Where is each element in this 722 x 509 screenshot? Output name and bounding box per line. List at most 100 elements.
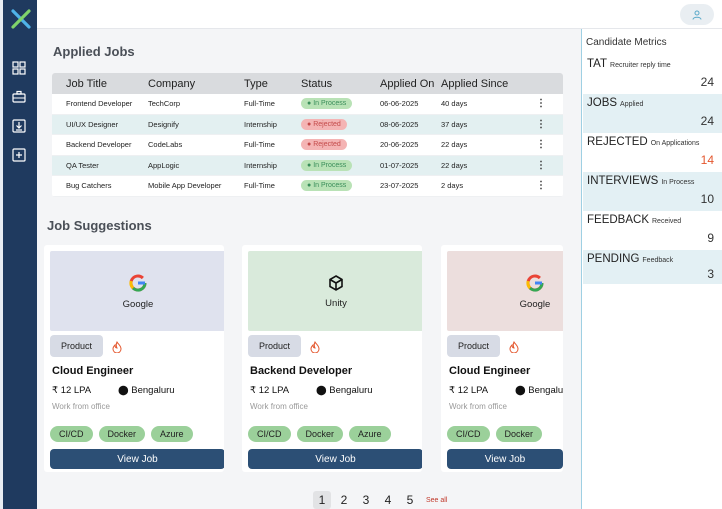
metric-jobs: JOBS Applied 24 [583,94,722,133]
work-mode: Work from office [52,402,110,411]
page-button[interactable]: 2 [335,491,353,509]
category-pill: Product [50,335,103,357]
view-job-button[interactable]: View Job [248,449,422,469]
metric-value: 14 [700,153,714,167]
metric-feedback: FEEDBACK Received 9 [583,211,722,250]
applied-jobs-heading: Applied Jobs [53,44,135,59]
rupee-icon: ₹ [250,385,259,396]
metric-value: 24 [700,75,714,89]
column-header: Company [148,77,196,90]
table-row[interactable]: Backend Developer CodeLabs Full-Time ● R… [52,135,563,156]
table-row[interactable]: UI/UX Designer Designify Internship ● Re… [52,114,563,135]
cell-type: Internship [244,160,277,170]
status-badge: ● In Process [301,180,353,192]
skill-tag: Docker [98,426,146,442]
see-all-link[interactable]: See all [426,497,447,504]
sidebar-edge [0,0,3,509]
pagination: 1 2 3 4 5 See all [313,491,447,509]
briefcase-icon[interactable] [12,90,26,104]
category-pill: Product [248,335,301,357]
metric-sublabel: Received [652,218,682,225]
cell-applied-since: 22 days [441,160,468,170]
view-job-button[interactable]: View Job [50,449,224,469]
more-options-icon[interactable]: ⋮ [536,119,546,130]
table-header: Job Title Company Type Status Applied On… [52,73,563,94]
cell-applied-on: 08-06-2025 [380,119,419,129]
more-options-icon[interactable]: ⋮ [536,160,546,171]
metric-pending: PENDING Feedback 3 [583,250,722,284]
unity-logo-icon [329,274,343,291]
company-name: Unity [325,297,347,309]
more-options-icon[interactable]: ⋮ [536,98,546,109]
fire-icon [112,341,122,353]
skill-tags: CI/CD Docker Azure [248,426,391,442]
cell-company: AppLogic [148,160,180,170]
fire-icon [509,341,519,353]
more-options-icon[interactable]: ⋮ [536,180,546,191]
cell-job-title: QA Tester [66,160,99,170]
rupee-icon: ₹ [449,385,458,396]
metric-label: INTERVIEWS [587,175,659,187]
cell-type: Internship [244,119,277,129]
view-job-button[interactable]: View Job [447,449,563,469]
company-name: Google [122,298,154,310]
column-header: Applied Since [441,77,509,90]
skill-tag: Docker [495,426,543,442]
status-badge: ● Rejected [301,139,347,151]
location: ⬤ Bengaluru [118,385,175,396]
main-content: Applied Jobs Job Title Company Type Stat… [37,29,614,509]
cell-type: Full-Time [244,181,275,191]
top-bar [37,0,722,29]
add-box-icon[interactable] [12,148,26,162]
column-header: Type [244,77,268,90]
work-mode: Work from office [250,402,308,411]
salary: ₹ 12 LPA [449,385,489,396]
status-badge: ● Rejected [301,118,347,130]
x-logo-icon[interactable] [11,9,31,29]
cell-company: CodeLabs [148,140,183,150]
cell-applied-since: 37 days [441,119,468,129]
company-logo-box: Google [50,251,224,331]
metric-sublabel: On Applications [650,140,700,147]
metric-label: PENDING [587,253,640,265]
cell-applied-on: 06-06-2025 [380,99,419,109]
google-logo-icon [129,274,147,292]
page-button[interactable]: 3 [357,491,375,509]
skill-tag: Azure [349,426,391,442]
user-menu-button[interactable] [680,4,714,25]
metrics-title: Candidate Metrics [586,37,667,48]
job-suggestions-heading: Job Suggestions [47,218,152,233]
skill-tags: CI/CD Docker Azure [50,426,193,442]
candidate-metrics-panel: Candidate Metrics TAT Recruiter reply tim… [581,29,722,509]
location-pin-icon: ⬤ [118,385,132,396]
company-name: Google [519,298,551,310]
google-logo-icon [526,274,544,292]
table-row[interactable]: Bug Catchers Mobile App Developer Full-T… [52,176,563,197]
app-root: Applied Jobs Job Title Company Type Stat… [0,0,722,509]
page-button[interactable]: 5 [401,491,419,509]
skill-tag: Docker [296,426,344,442]
metric-value: 3 [707,267,714,281]
status-badge: ● In Process [301,98,353,110]
more-options-icon[interactable]: ⋮ [536,139,546,150]
cell-job-title: Bug Catchers [66,181,112,191]
rupee-icon: ₹ [52,385,61,396]
table-row[interactable]: QA Tester AppLogic Internship ● In Proce… [52,155,563,176]
company-logo-box: Google [447,251,563,331]
table-row[interactable]: Frontend Developer TechCorp Full-Time ● … [52,94,563,115]
cell-applied-since: 22 days [441,140,468,150]
download-icon[interactable] [12,119,26,133]
metric-rejected: REJECTED On Applications 14 [583,133,722,172]
page-button[interactable]: 1 [313,491,331,509]
salary: ₹ 12 LPA [250,385,290,396]
cell-applied-on: 23-07-2025 [380,181,419,191]
fire-icon [310,341,320,353]
metric-value: 9 [707,231,714,245]
location-pin-icon: ⬤ [316,385,330,396]
page-button[interactable]: 4 [379,491,397,509]
metric-label: REJECTED [587,136,648,148]
metric-sublabel: Recruiter reply time [610,62,671,69]
metric-label: TAT [587,58,608,70]
column-header: Job Title [66,77,107,90]
dashboard-icon[interactable] [12,61,26,75]
